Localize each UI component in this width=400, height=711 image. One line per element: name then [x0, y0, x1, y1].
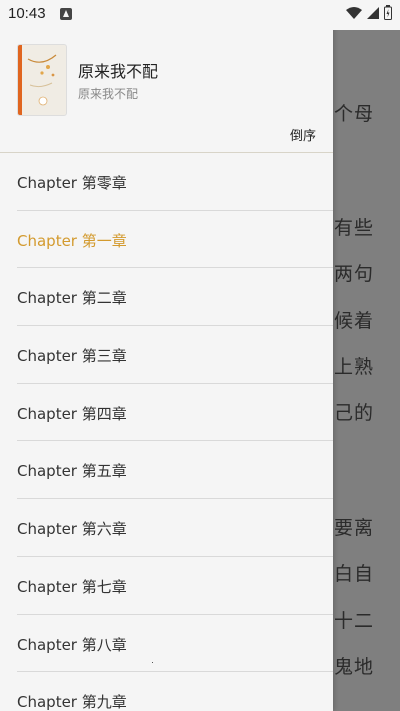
- chapter-label: Chapter 第八章: [17, 635, 127, 654]
- chapter-label: Chapter 第一章: [17, 231, 127, 250]
- chapter-item[interactable]: Chapter 第六章: [0, 499, 333, 557]
- reader-line: 有些: [334, 217, 375, 239]
- system-icons: [346, 4, 392, 24]
- chapter-label: Chapter 第九章: [17, 693, 127, 711]
- book-cover[interactable]: [17, 44, 67, 116]
- reverse-order-button[interactable]: 倒序: [290, 125, 316, 144]
- reader-line: 十二: [334, 610, 375, 632]
- chapter-item[interactable]: Chapter 第三章: [0, 326, 333, 384]
- chapter-item[interactable]: Chapter 第二章: [0, 268, 333, 327]
- reader-line: 白自: [334, 563, 375, 585]
- reader-line: 要离: [334, 517, 375, 539]
- chapter-label: Chapter 第五章: [17, 462, 127, 481]
- battery-icon: [384, 4, 392, 24]
- chapter-label: Chapter 第二章: [17, 289, 127, 308]
- chapter-item[interactable]: Chapter 第七章: [0, 557, 333, 615]
- reader-line: 个母: [334, 103, 375, 125]
- cover-spine: [18, 45, 22, 115]
- chapter-item[interactable]: Chapter 第五章: [0, 441, 333, 500]
- chapter-item[interactable]: Chapter 第八章: [0, 615, 333, 673]
- signal-icon: [366, 5, 380, 24]
- notification-icon: [60, 8, 72, 20]
- status-bar: 10:43: [0, 0, 400, 30]
- book-author: 原来我不配: [78, 87, 139, 101]
- status-time: 10:43: [8, 5, 46, 22]
- chapter-list: Chapter 第零章 Chapter 第一章 Chapter 第二章 Chap…: [0, 153, 333, 711]
- wifi-icon: [346, 5, 362, 24]
- chapter-item[interactable]: Chapter 第九章: [0, 672, 333, 711]
- chapter-label: Chapter 第六章: [17, 520, 127, 539]
- chapter-item[interactable]: Chapter 第零章: [0, 153, 333, 211]
- cover-art-icon: [27, 54, 57, 106]
- chapter-item-current[interactable]: Chapter 第一章: [0, 211, 333, 269]
- chapter-label: Chapter 第三章: [17, 347, 127, 366]
- reader-line: 上熟: [334, 356, 375, 378]
- reader-line: 鬼地: [334, 656, 375, 678]
- book-title: 原来我不配: [78, 62, 159, 81]
- book-header: 原来我不配 原来我不配 倒序: [0, 30, 333, 152]
- dot: [152, 662, 153, 663]
- chapter-label: Chapter 第零章: [17, 174, 127, 192]
- reader-line: 两句: [334, 263, 375, 285]
- chapter-label: Chapter 第四章: [17, 404, 127, 423]
- reader-line: 己的: [334, 402, 375, 424]
- reader-line: 候着: [334, 310, 375, 332]
- chapter-label: Chapter 第七章: [17, 577, 127, 596]
- chapter-item[interactable]: Chapter 第四章: [0, 384, 333, 442]
- chapter-drawer: 原来我不配 原来我不配 倒序 Chapter 第零章 Chapter 第一章 C…: [0, 0, 333, 711]
